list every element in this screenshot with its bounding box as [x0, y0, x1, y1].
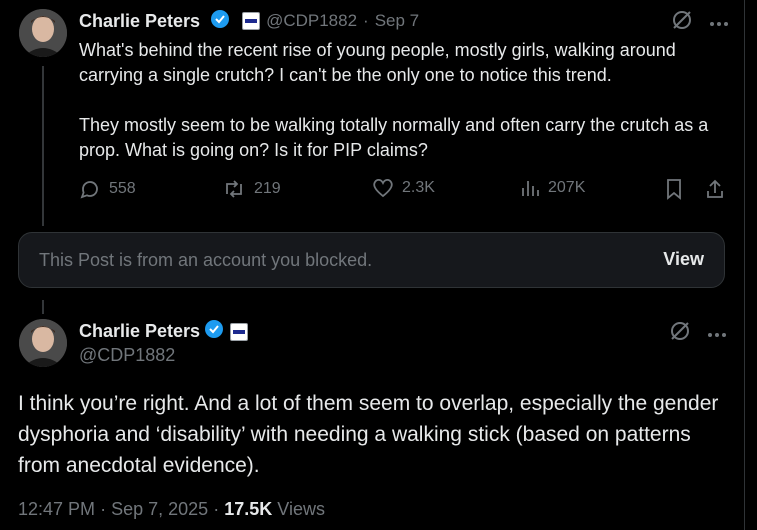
author-name[interactable]: Charlie Peters — [79, 11, 200, 32]
verified-badge-icon[interactable] — [204, 319, 224, 344]
grok-icon[interactable] — [671, 9, 693, 36]
separator: · — [213, 499, 220, 519]
separator: · — [363, 11, 369, 30]
views-label: Views — [277, 499, 325, 519]
views-button[interactable]: 207K — [520, 178, 585, 198]
author-name[interactable]: Charlie Peters — [79, 321, 200, 342]
separator: · — [100, 499, 107, 519]
avatar[interactable] — [19, 319, 67, 367]
post-time[interactable]: 12:47 PM — [18, 499, 95, 519]
reply-icon — [80, 181, 98, 199]
affiliate-badge-icon[interactable] — [230, 322, 249, 341]
blocked-post-notice: This Post is from an account you blocked… — [18, 232, 725, 288]
post-text: I think you’re right. And a lot of them … — [18, 392, 719, 477]
views-count: 17.5K — [224, 499, 273, 519]
post-header: Charlie Peters @CDP1882 · Sep 7 — [79, 9, 419, 33]
like-icon — [373, 178, 393, 198]
post-text: What's behind the recent rise of young p… — [79, 40, 709, 160]
post-date[interactable]: Sep 7, 2025 — [111, 499, 208, 519]
affiliate-badge-icon[interactable] — [242, 12, 261, 30]
views-count: 207K — [548, 179, 586, 196]
post-actions: 558 219 2.3K 207K — [79, 178, 729, 202]
like-count: 2.3K — [402, 179, 435, 196]
author-handle[interactable]: @CDP1882 — [266, 11, 357, 31]
view-button[interactable]: View — [663, 249, 704, 270]
repost-button[interactable]: 219 — [222, 178, 281, 200]
post-date[interactable]: Sep 7 — [375, 11, 419, 31]
thread-line-connector — [42, 300, 44, 314]
more-icon[interactable] — [709, 14, 729, 32]
grok-icon[interactable] — [669, 320, 691, 347]
verified-badge-icon[interactable] — [210, 9, 230, 34]
timeline-border — [744, 0, 745, 530]
share-icon — [707, 179, 723, 198]
avatar[interactable] — [19, 9, 67, 57]
like-button[interactable]: 2.3K — [372, 178, 435, 198]
author-handle[interactable]: @CDP1882 — [79, 345, 175, 366]
share-button[interactable] — [705, 178, 725, 200]
blocked-message: This Post is from an account you blocked… — [39, 250, 373, 270]
more-icon[interactable] — [707, 325, 727, 343]
repost-count: 219 — [254, 180, 281, 197]
reply-button[interactable]: 558 — [79, 178, 136, 200]
thread-line — [42, 66, 44, 226]
bookmark-icon — [667, 179, 681, 200]
bookmark-button[interactable] — [665, 178, 683, 200]
post-top-icons — [669, 320, 727, 347]
reply-count: 558 — [109, 180, 136, 197]
post-meta: 12:47 PM · Sep 7, 2025 · 17.5K Views — [18, 499, 325, 520]
repost-icon — [226, 180, 242, 198]
views-icon — [522, 181, 539, 196]
post-header: Charlie Peters — [79, 319, 249, 344]
post-top-icons — [671, 9, 729, 36]
